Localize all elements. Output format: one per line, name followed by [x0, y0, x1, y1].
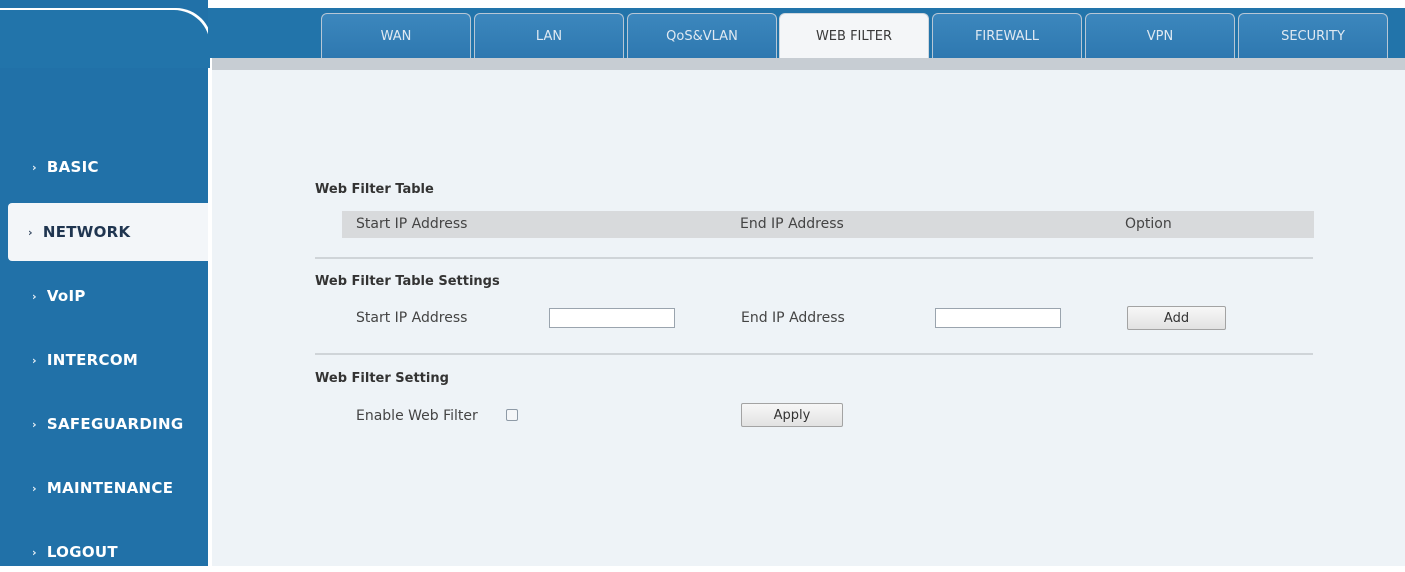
tab-security[interactable]: SECURITY: [1238, 13, 1388, 58]
sidebar-item-basic[interactable]: › BASIC: [0, 147, 208, 187]
sidebar-item-safeguarding[interactable]: › SAFEGUARDING: [0, 404, 208, 444]
chevron-right-icon: ›: [32, 545, 37, 559]
section-divider: [315, 257, 1313, 259]
end-ip-input[interactable]: [935, 308, 1061, 328]
sidebar-item-label: LOGOUT: [46, 543, 118, 561]
sidebar-item-intercom[interactable]: › INTERCOM: [0, 340, 208, 380]
sidebar-item-label: INTERCOM: [46, 351, 139, 369]
tab-label: FIREWALL: [974, 28, 1040, 44]
chevron-right-icon: ›: [32, 353, 37, 367]
sidebar-item-label: SAFEGUARDING: [46, 415, 184, 433]
sidebar-item-voip[interactable]: › VoIP: [0, 276, 208, 316]
tab-label: QoS&VLAN: [666, 28, 738, 44]
sidebar-item-label: VoIP: [46, 287, 86, 305]
column-header-option: Option: [1125, 216, 1172, 232]
enable-web-filter-checkbox[interactable]: [506, 409, 518, 421]
filter-setting-title: Web Filter Setting: [315, 371, 449, 386]
add-button[interactable]: Add: [1127, 306, 1226, 330]
sidebar-item-label: MAINTENANCE: [46, 479, 174, 497]
tab-label: SECURITY: [1281, 28, 1345, 44]
tab-label: VPN: [1146, 28, 1174, 44]
tab-underline-strip: [212, 58, 1405, 70]
column-header-end-ip: End IP Address: [740, 216, 844, 232]
chevron-right-icon: ›: [32, 481, 37, 495]
sidebar-item-logout[interactable]: › LOGOUT: [0, 532, 208, 572]
sidebar-item-label: NETWORK: [42, 223, 131, 241]
table-settings-title: Web Filter Table Settings: [315, 274, 500, 289]
chevron-right-icon: ›: [32, 160, 37, 174]
tab-vpn[interactable]: VPN: [1085, 13, 1235, 58]
section-divider: [315, 353, 1313, 355]
tab-web-filter[interactable]: WEB FILTER: [779, 13, 929, 58]
sidebar-item-maintenance[interactable]: › MAINTENANCE: [0, 468, 208, 508]
tab-firewall[interactable]: FIREWALL: [932, 13, 1082, 58]
tab-lan[interactable]: LAN: [474, 13, 624, 58]
tab-label: LAN: [535, 28, 563, 44]
start-ip-label: Start IP Address: [356, 310, 468, 326]
chevron-right-icon: ›: [32, 289, 37, 303]
start-ip-input[interactable]: [549, 308, 675, 328]
web-filter-table-title: Web Filter Table: [315, 182, 434, 197]
end-ip-label: End IP Address: [741, 310, 845, 326]
chevron-right-icon: ›: [28, 225, 33, 239]
tab-wan[interactable]: WAN: [321, 13, 471, 58]
tab-label: WAN: [380, 28, 412, 44]
sidebar-item-network[interactable]: › NETWORK: [8, 203, 208, 261]
apply-button[interactable]: Apply: [741, 403, 843, 427]
column-header-start-ip: Start IP Address: [356, 216, 468, 232]
tab-label: WEB FILTER: [815, 28, 893, 44]
enable-web-filter-label: Enable Web Filter: [356, 408, 478, 424]
chevron-right-icon: ›: [32, 417, 37, 431]
sidebar-item-label: BASIC: [46, 158, 99, 176]
sidebar-logo-area: [0, 8, 212, 68]
tab-qos-vlan[interactable]: QoS&VLAN: [627, 13, 777, 58]
